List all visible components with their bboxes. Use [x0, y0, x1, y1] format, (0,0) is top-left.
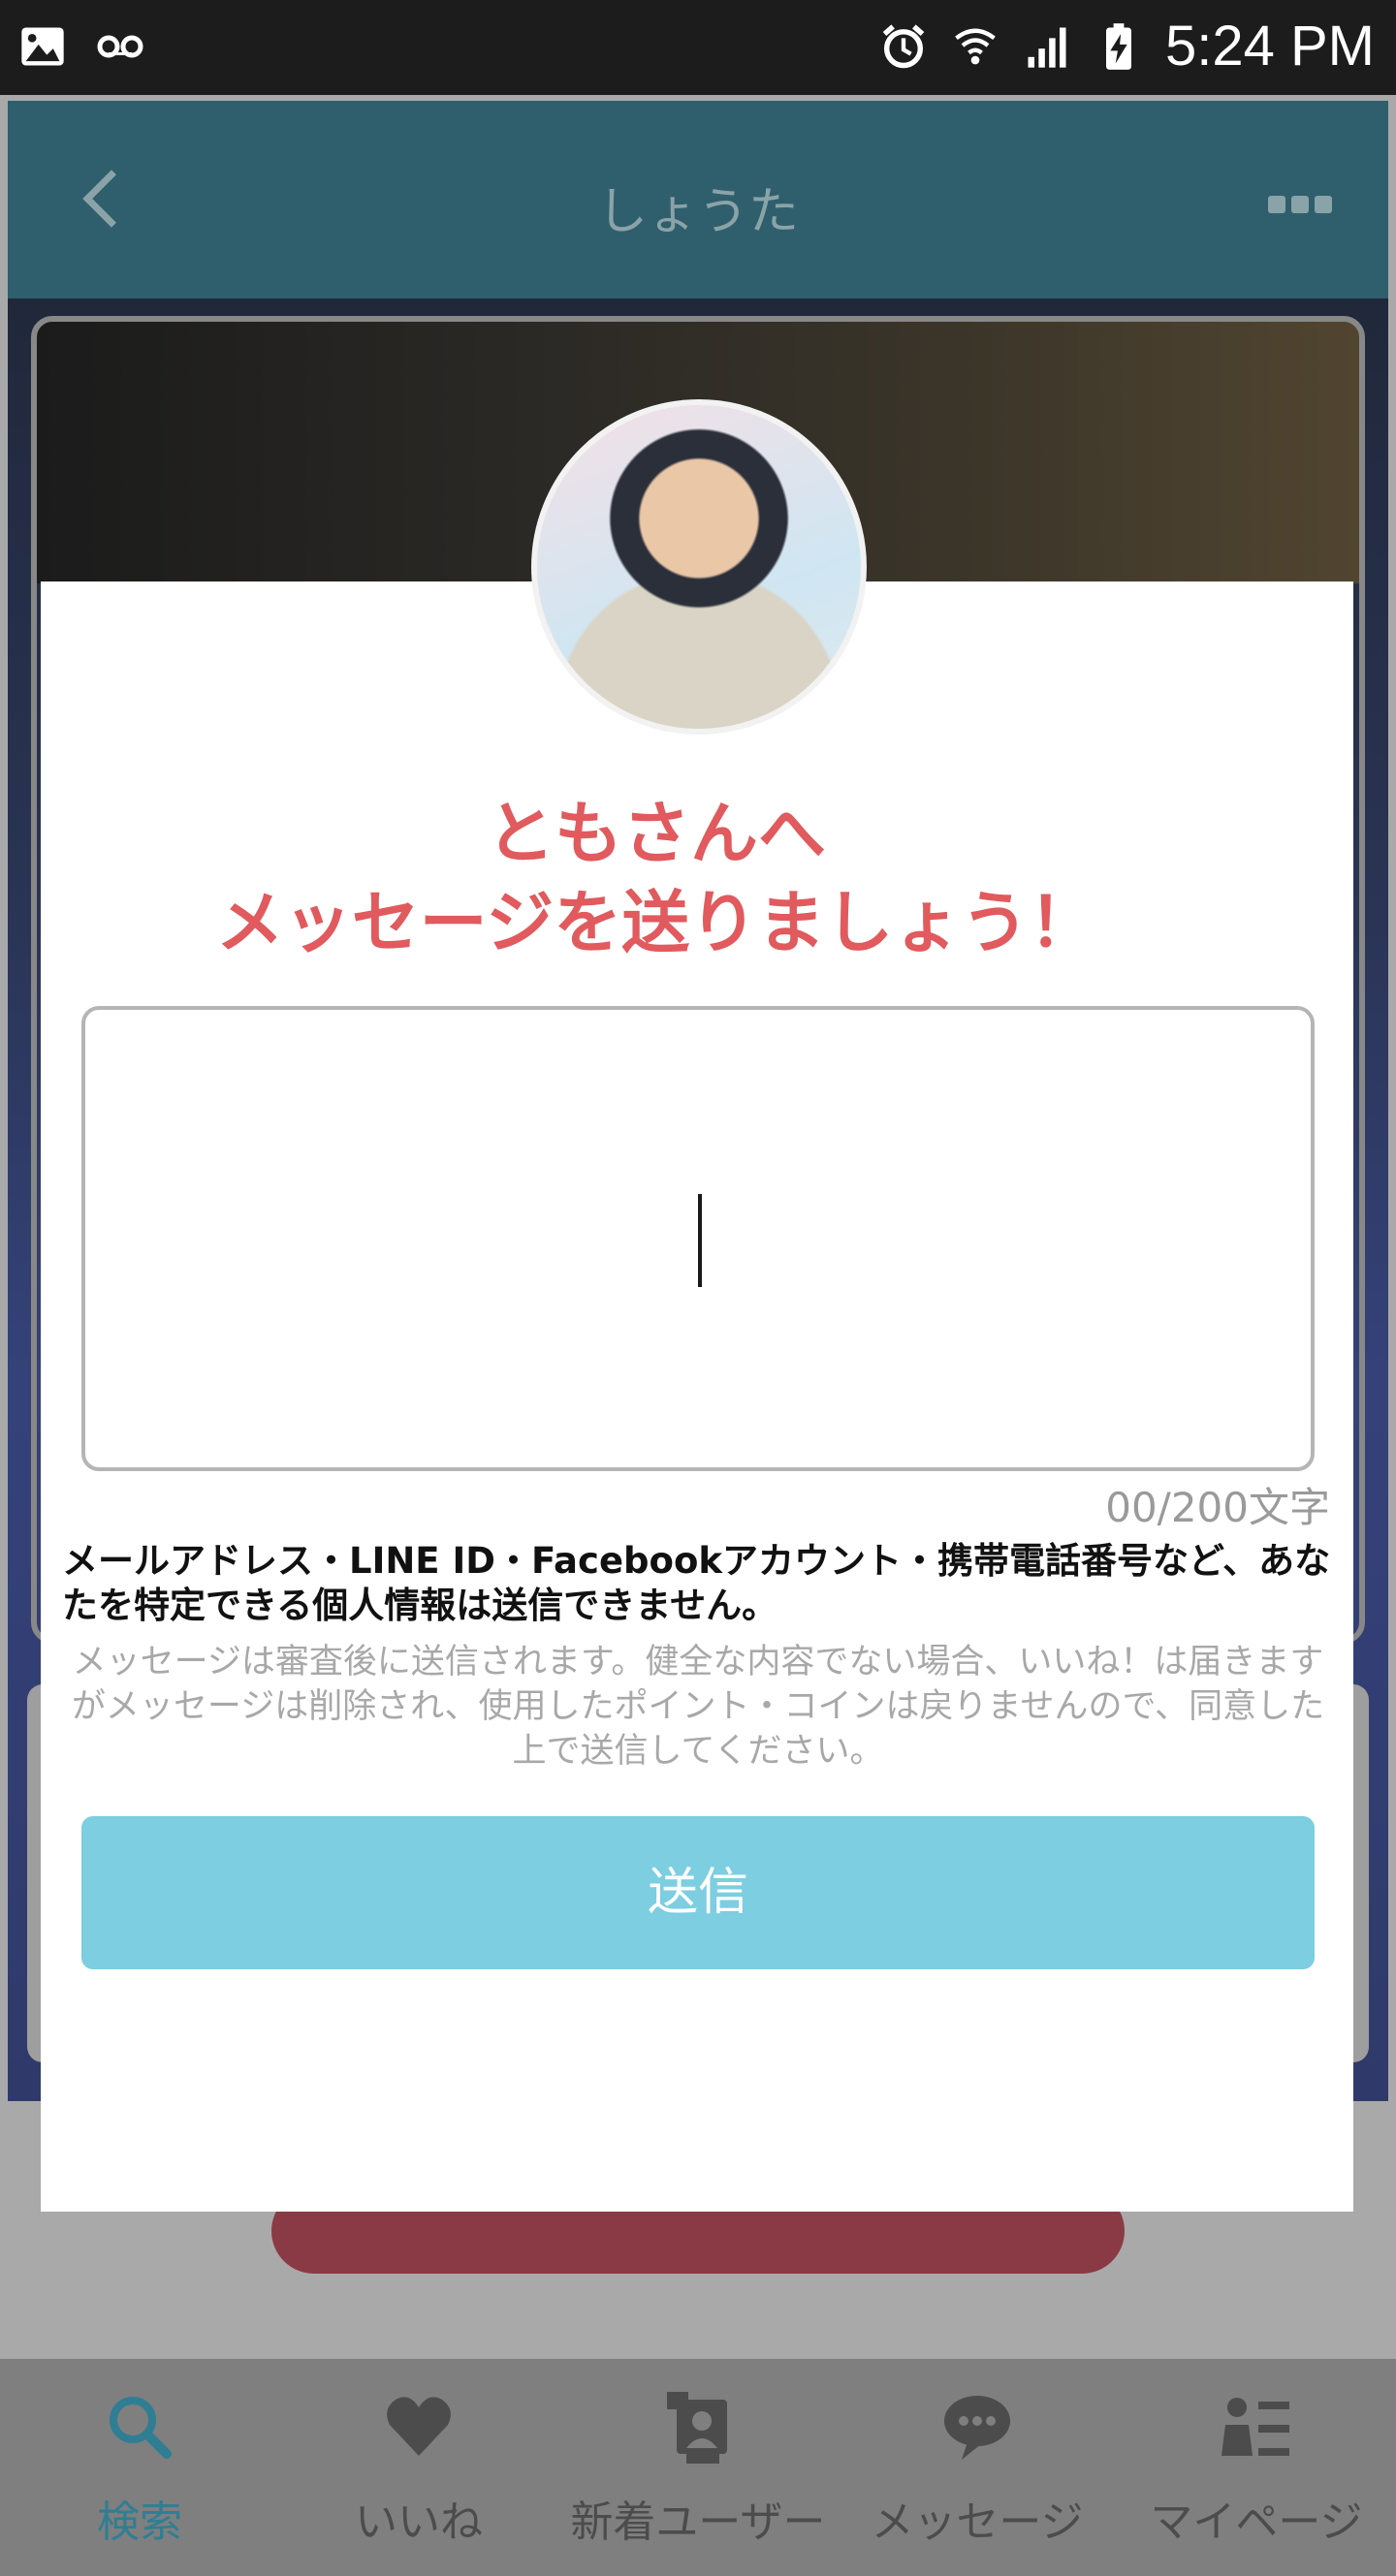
chat-bubble-icon: [944, 2396, 1010, 2460]
nav-label: いいね: [355, 2497, 483, 2547]
profile-list-icon: [1222, 2398, 1289, 2456]
alarm-icon: [882, 23, 925, 68]
character-counter: 00/200文字: [1105, 1484, 1330, 1531]
nav-item-search[interactable]: 検索: [0, 2359, 279, 2576]
nav-label: マイページ: [1150, 2497, 1363, 2547]
nav-label: メッセージ: [871, 2497, 1084, 2547]
app-header: しょうた: [8, 101, 1388, 298]
dialog-title-prompt: メッセージを送りましょう！: [215, 883, 1097, 962]
nav-label: 新着ユーザー: [570, 2497, 826, 2547]
image-icon: [21, 27, 64, 66]
review-note: メッセージは審査後に送信されます。健全な内容でない場合、いいね！は届きますがメッ…: [71, 1643, 1325, 1771]
voicemail-icon: [97, 35, 143, 58]
status-time: 5:24 PM: [1165, 15, 1375, 78]
nav-item-messages[interactable]: メッセージ: [838, 2359, 1117, 2576]
wifi-icon: [955, 28, 996, 64]
bottom-nav: 検索 いいね 新着ユーザー メッセージ マイページ: [0, 2359, 1396, 2576]
search-icon: [110, 2397, 172, 2459]
nav-item-likes[interactable]: いいね: [279, 2359, 558, 2576]
avatar: [531, 399, 867, 735]
status-bar: 5:24 PM: [0, 0, 1396, 95]
status-right: 5:24 PM: [878, 14, 1375, 79]
signal-icon: [1028, 27, 1066, 68]
nav-label: 検索: [97, 2497, 182, 2547]
header-title: しょうた: [596, 183, 799, 241]
text-caret: [698, 1194, 702, 1287]
status-left: [17, 21, 145, 72]
dialog-title-recipient: ともさんへ: [487, 794, 826, 873]
more-icon[interactable]: [1268, 196, 1332, 213]
heart-icon: [387, 2397, 451, 2456]
privacy-warning: メールアドレス・LINE ID・Facebookアカウント・携帯電話番号など、あ…: [62, 1540, 1331, 1626]
new-user-icon: [667, 2392, 727, 2464]
nav-item-mypage[interactable]: マイページ: [1117, 2359, 1396, 2576]
battery-charging-icon: [1106, 22, 1131, 70]
send-button[interactable]: 送信: [81, 1816, 1315, 1969]
message-input[interactable]: [81, 1006, 1315, 1471]
nav-item-new-users[interactable]: 新着ユーザー: [558, 2359, 838, 2576]
